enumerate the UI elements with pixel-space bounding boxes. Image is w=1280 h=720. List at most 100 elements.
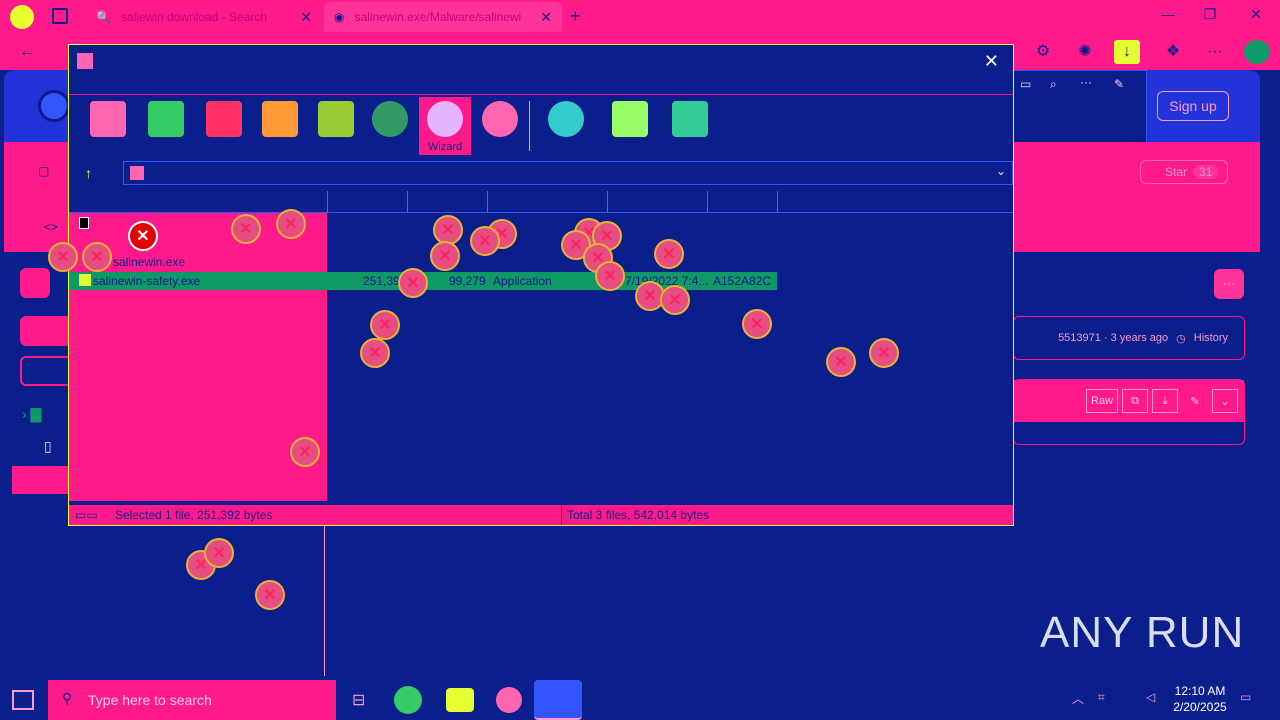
file-crc: A152A82C [713,274,772,288]
status-bar: ▭▭ Selected 1 file, 251,392 bytes Total … [69,505,1013,525]
wizard-icon [427,101,463,137]
winrar-taskbar-icon[interactable] [534,680,582,720]
error-icon: ✕ [470,226,500,256]
tray-chevron-icon[interactable]: ︿ [1072,690,1084,707]
toolbar-sfx[interactable] [665,97,715,155]
commit-info[interactable]: 5513971 · 3 years ago [1058,332,1168,344]
tab-actions-icon[interactable] [52,8,68,24]
raw-button[interactable]: Raw [1085,389,1118,413]
column-separator[interactable] [777,191,778,213]
toolbar-add[interactable] [83,97,133,155]
column-separator[interactable] [487,191,488,213]
drive-icon [79,217,89,229]
file-packed: 99,279 [449,274,486,288]
toolbar-virusscan[interactable] [541,97,591,155]
status-total: Total 3 files, 542,014 bytes [567,508,710,522]
column-separator[interactable] [607,191,608,213]
branch-selector[interactable] [20,316,72,346]
wizard-label: Wizard [427,141,463,153]
task-view-icon[interactable]: ⊟ [352,690,365,710]
star-button[interactable]: Star 31 [1140,160,1228,184]
copy-icon[interactable]: ⧉ [1122,389,1148,413]
back-icon[interactable]: ← [14,40,40,64]
toolbar-wizard[interactable]: Wizard [419,97,471,155]
start-button[interactable] [12,690,34,710]
toolbar-view[interactable] [255,97,305,155]
close-icon[interactable]: ✕ [540,9,552,26]
sidebar-toggle[interactable] [20,268,50,298]
minimize-button[interactable]: — [1148,6,1188,28]
toolbar-info[interactable] [475,97,525,155]
explorer-icon[interactable] [446,688,474,712]
download-icon[interactable]: ⤓ [1152,389,1178,413]
file-row-selected[interactable] [12,466,70,494]
page-scrollbar[interactable] [1266,70,1280,676]
book-icon [262,101,298,137]
tab-search[interactable]: 🔍 saliewin download - Search ✕ [86,2,322,32]
edge-icon[interactable] [394,686,422,714]
notification-icon[interactable]: ▭ [1240,690,1251,704]
tab-github[interactable]: ◉ salinewin.exe/Malware/salinewi ✕ [324,2,562,32]
maximize-button[interactable]: ❐ [1190,6,1230,28]
new-tab-button[interactable]: + [570,6,581,27]
chevron-down-icon[interactable]: ⌄ [996,164,1006,178]
search-icon[interactable]: ⌕ [1050,77,1057,92]
column-separator[interactable] [407,191,408,213]
error-icon: ✕ [231,214,261,244]
history-link[interactable]: History [1194,332,1228,344]
error-icon: ✕ [48,242,78,272]
toolbar-test[interactable] [199,97,249,155]
folder-row[interactable]: › ▇ [22,406,41,423]
test-icon [206,101,242,137]
profile-avatar[interactable] [10,5,34,29]
file-name[interactable]: salinewin.exe [113,255,185,269]
address-bar[interactable]: ⌄ [123,161,1013,185]
file-search[interactable] [20,356,72,386]
up-folder-icon[interactable]: ↑ [85,165,92,181]
toolbar-delete[interactable] [311,97,361,155]
settings-icon[interactable]: ✺ [1072,40,1098,64]
clock[interactable]: 12:10 AM 2/20/2025 [1168,683,1232,715]
network-icon[interactable]: ⌗ [1098,690,1105,705]
toolbar-comment[interactable] [605,97,655,155]
close-window-button[interactable]: ✕ [1236,6,1276,28]
volume-icon[interactable]: ◁ [1146,690,1155,704]
error-icon: ✕ [290,437,320,467]
close-button[interactable]: ✕ [984,51,999,72]
search-icon: 🔍 [96,10,111,24]
more-options-button[interactable]: ··· [1214,269,1244,299]
error-icon: ✕ [398,268,428,298]
file-toolbar: Raw ⧉ ⤓ ✎ ⌄ [1013,379,1245,445]
trash-icon [318,101,354,137]
file-row[interactable]: ▯ [44,438,52,455]
chevron-down-icon[interactable]: ⌄ [1212,389,1238,413]
error-icon: ✕ [660,285,690,315]
collections-icon[interactable]: ❖ [1160,40,1186,64]
copilot-icon[interactable] [1244,40,1270,64]
code-icon[interactable]: <> [44,220,58,234]
screenshot-icon[interactable]: ▭ [1020,77,1031,91]
winrar-titlebar: ✕ [69,45,1013,95]
more-icon[interactable]: ··· [1202,40,1228,64]
edit-icon[interactable]: ✎ [1182,389,1208,413]
taskbar-search[interactable]: ⚲ Type here to search [48,680,336,720]
close-icon[interactable]: ✕ [300,9,312,26]
extensions-icon[interactable]: ⚙ [1030,40,1056,64]
column-headers[interactable] [69,189,1013,213]
add-icon [90,101,126,137]
signup-button[interactable]: Sign up [1157,91,1229,121]
github-logo-icon[interactable] [38,90,70,122]
column-separator[interactable] [327,191,328,213]
column-separator[interactable] [707,191,708,213]
anyrun-watermark: ANY RUN [1040,608,1245,657]
winrar-app-icon [77,53,93,69]
pin-icon[interactable]: ✎ [1114,77,1124,91]
error-icon: ✕ [430,241,460,271]
file-name: salinewin-safety.exe [93,274,201,288]
github-icon: ◉ [334,10,345,24]
download-icon[interactable]: ↓ [1114,40,1140,64]
more-icon[interactable]: ··· [1080,75,1092,89]
firefox-icon[interactable] [496,687,522,713]
toolbar-find[interactable] [365,97,415,155]
toolbar-extract[interactable] [141,97,191,155]
